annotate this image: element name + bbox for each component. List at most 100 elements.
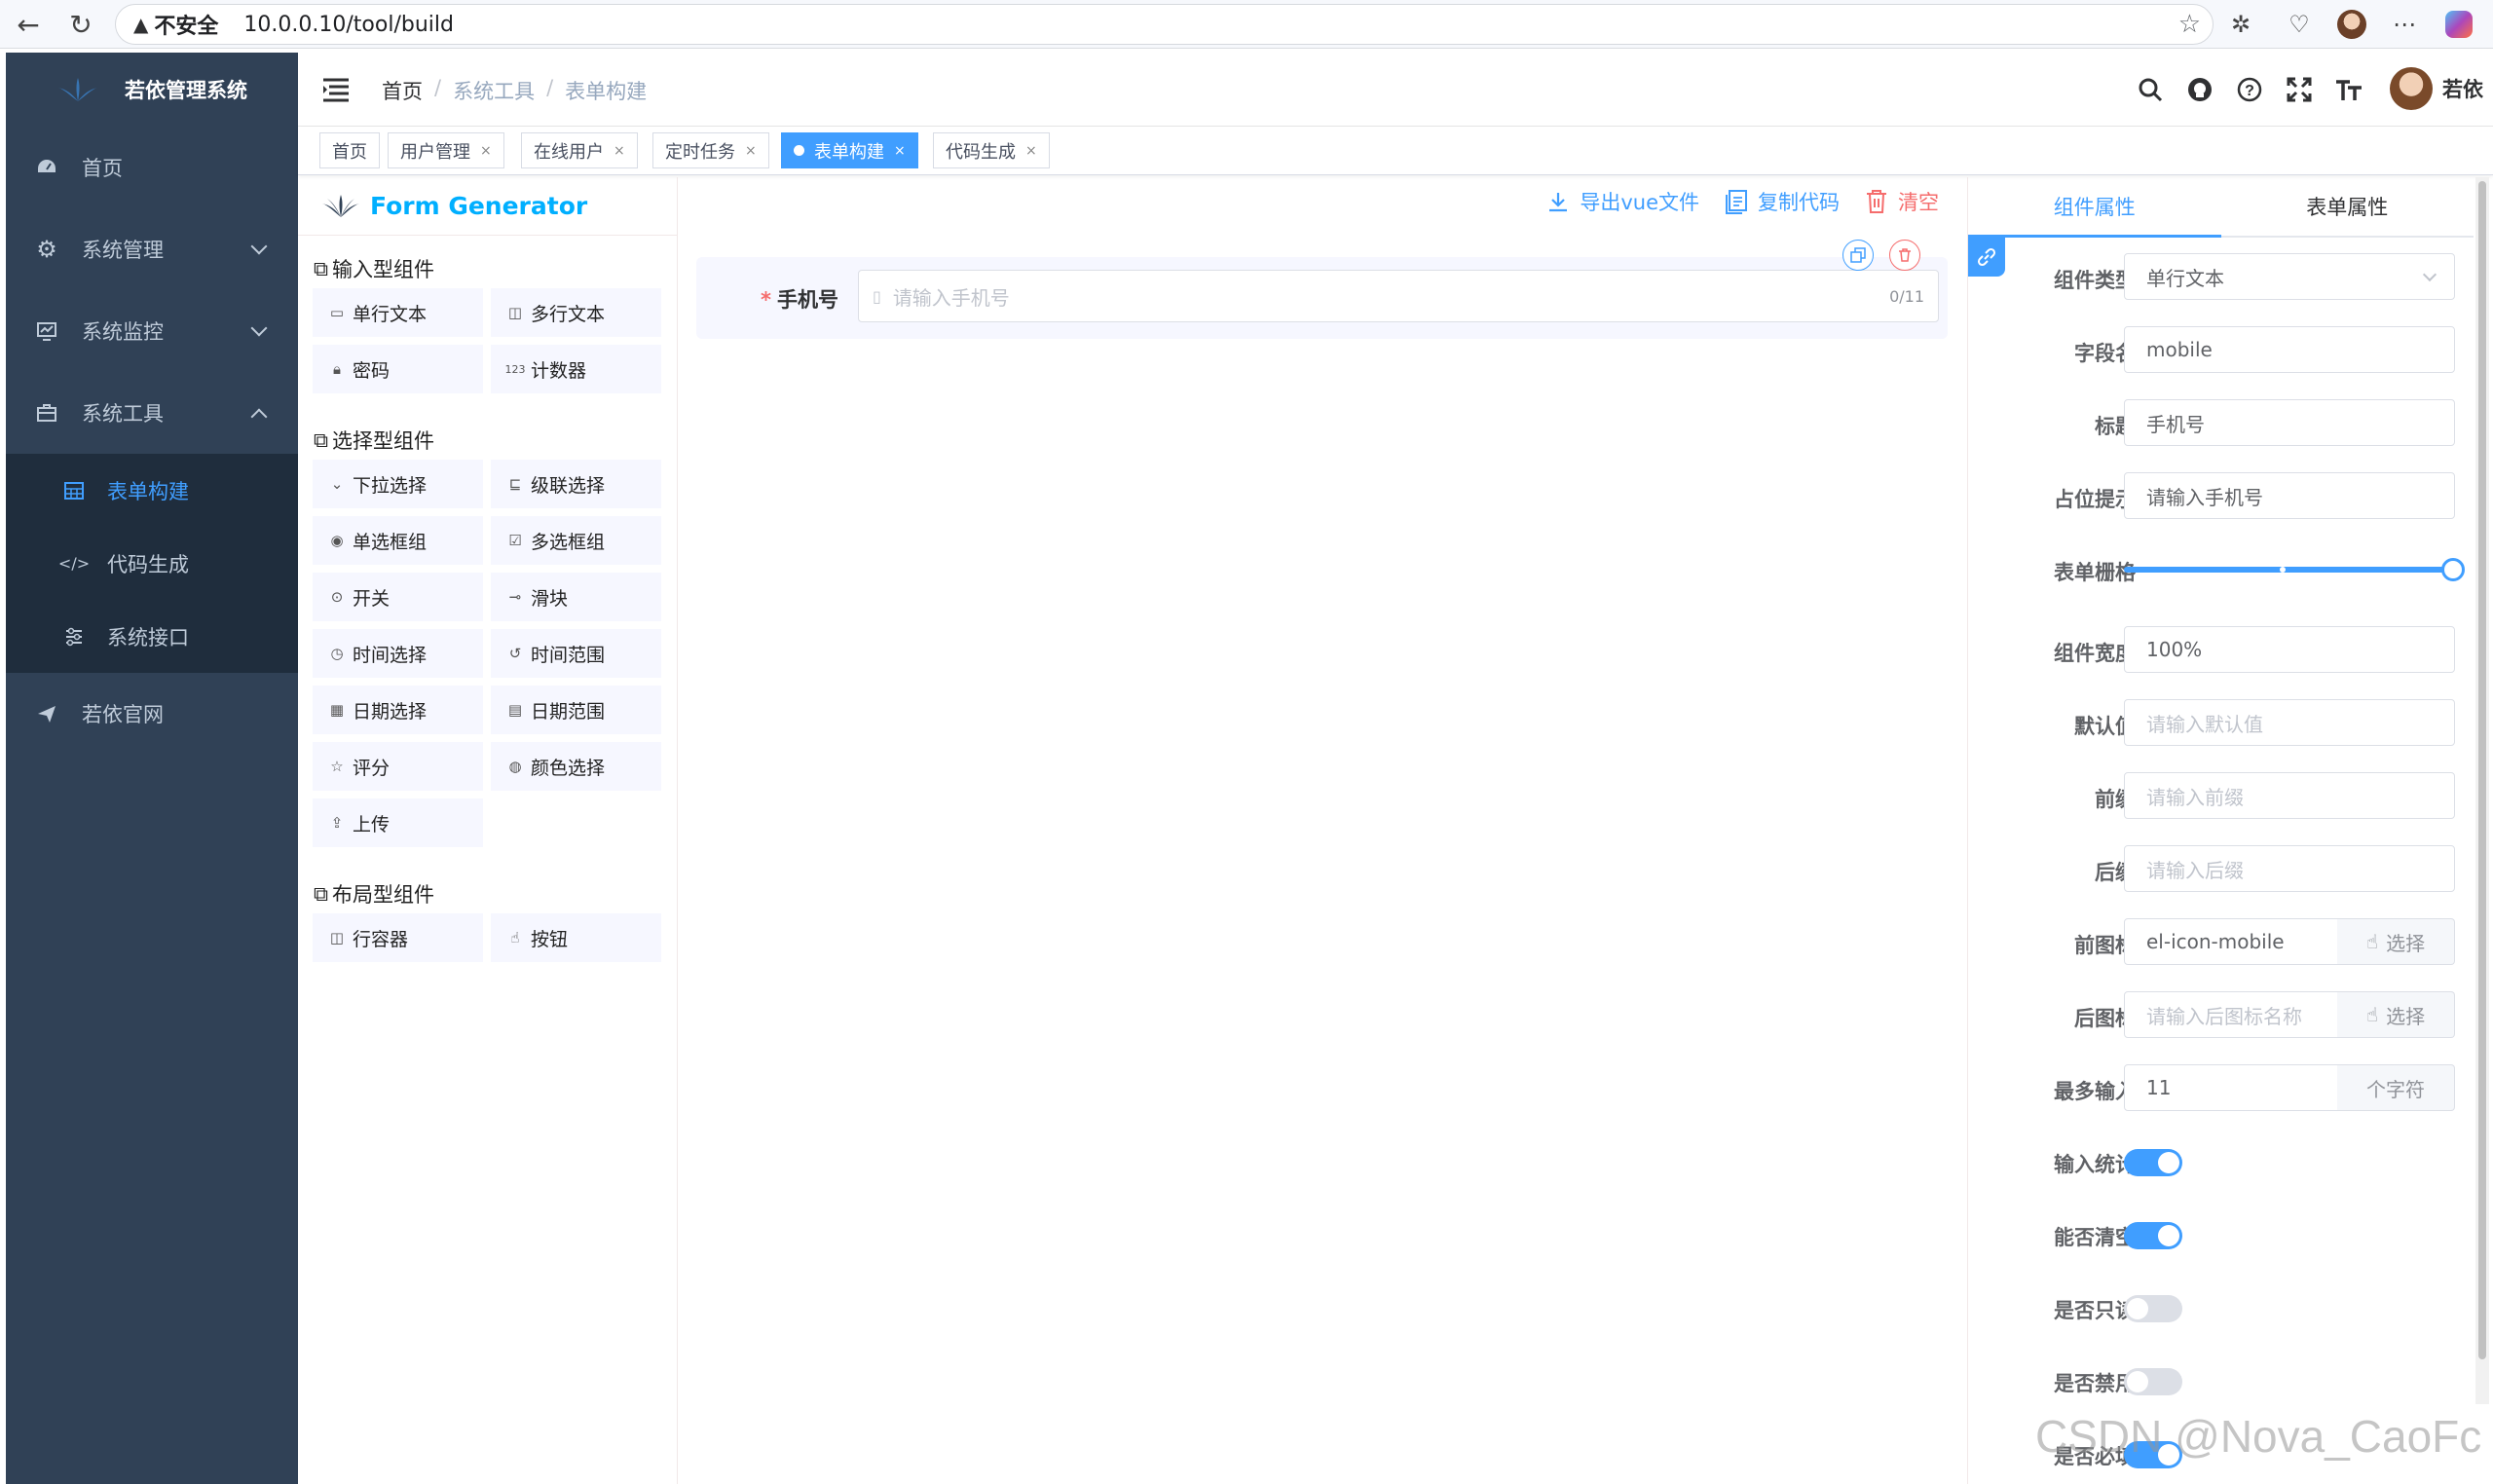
url-text: 10.0.0.10/tool/build	[243, 12, 454, 37]
title-input[interactable]: 手机号	[2124, 399, 2455, 446]
component-number[interactable]: 123 计数器	[491, 345, 661, 393]
component-switch[interactable]: ⊙ 开关	[313, 573, 483, 621]
more-icon[interactable]: ⋯	[2388, 8, 2421, 41]
choose-prefix-icon-button[interactable]: ☝ 选择	[2337, 918, 2455, 965]
textarea-icon: ◫	[507, 304, 523, 321]
user-dropdown[interactable]: 若依	[2390, 67, 2483, 110]
export-vue-button[interactable]: 导出vue文件	[1546, 187, 1699, 216]
reload-icon[interactable]: ↻	[62, 6, 99, 43]
component-radio[interactable]: ◉ 单选框组	[313, 516, 483, 565]
slider-handle[interactable]	[2441, 558, 2465, 581]
component-upload[interactable]: ⇪ 上传	[313, 798, 483, 847]
component-date-range[interactable]: ▤ 日期范围	[491, 686, 661, 734]
breadcrumb-item[interactable]: 首页	[382, 76, 423, 105]
sidebar-item-swagger[interactable]: 系统接口	[6, 600, 298, 673]
sidebar-item-official-site[interactable]: 若依官网	[6, 673, 298, 755]
component-password[interactable]: 🔒︎ 密码	[313, 345, 483, 393]
navbar: 首页 / 系统工具 / 表单构建 ? 若依	[298, 53, 2493, 127]
tab-form-props[interactable]: 表单属性	[2221, 177, 2474, 236]
close-icon[interactable]: ×	[480, 143, 492, 159]
scrollbar-thumb[interactable]	[2478, 181, 2486, 1359]
component-input[interactable]: ▭ 单行文本	[313, 288, 483, 337]
disabled-switch[interactable]	[2124, 1368, 2182, 1395]
component-select[interactable]: ⌄ 下拉选择	[313, 460, 483, 508]
sidebar-item-monitor[interactable]: 系统监控	[6, 290, 298, 372]
choose-suffix-icon-button[interactable]: ☝ 选择	[2337, 991, 2455, 1038]
readonly-switch[interactable]	[2124, 1295, 2182, 1322]
heart-icon[interactable]: ♡	[2283, 8, 2316, 41]
component-checkbox[interactable]: ☑ 多选框组	[491, 516, 661, 565]
component-slider[interactable]: ⊸ 滑块	[491, 573, 661, 621]
tag-scheduled-jobs[interactable]: 定时任务 ×	[652, 132, 769, 168]
component-row[interactable]: ◫ 行容器	[313, 913, 483, 962]
sidebar-item-tools[interactable]: 系统工具	[6, 372, 298, 454]
tag-home[interactable]: 首页	[319, 132, 380, 168]
component-textarea[interactable]: ◫ 多行文本	[491, 288, 661, 337]
logo[interactable]: 若依管理系统	[6, 53, 298, 127]
close-icon[interactable]: ×	[614, 143, 625, 159]
prop-clearable: 能否清空	[1968, 1210, 2474, 1259]
sidebar-item-code-gen[interactable]: </> 代码生成	[6, 527, 298, 600]
suffix-input[interactable]: 请输入后缀	[2124, 845, 2455, 892]
star-icon[interactable]: ☆	[2178, 10, 2201, 39]
component-time[interactable]: ◷ 时间选择	[313, 629, 483, 678]
profile-avatar[interactable]	[2335, 8, 2368, 41]
search-icon[interactable]	[2133, 72, 2168, 107]
svg-text:?: ?	[2245, 83, 2254, 99]
delete-item-button[interactable]	[1889, 240, 1920, 271]
width-input[interactable]: 100%	[2124, 626, 2455, 673]
address-bar[interactable]: ▲ 不安全 10.0.0.10/tool/build ☆	[115, 4, 2214, 45]
field-name-input[interactable]: mobile	[2124, 326, 2455, 373]
tag-code-gen[interactable]: 代码生成 ×	[933, 132, 1050, 168]
mobile-input[interactable]: ▯ 请输入手机号 0/11	[858, 270, 1939, 322]
tag-user-manage[interactable]: 用户管理 ×	[388, 132, 504, 168]
form-item-mobile[interactable]: * 手机号 ▯ 请输入手机号 0/11	[696, 257, 1948, 339]
close-icon[interactable]: ×	[1025, 143, 1037, 159]
component-button[interactable]: ☝ 按钮	[491, 913, 661, 962]
breadcrumb-item: 表单构建	[565, 80, 648, 103]
github-icon[interactable]	[2182, 72, 2217, 107]
extensions-icon[interactable]: ✲	[2224, 8, 2257, 41]
placeholder-input[interactable]: 请输入手机号	[2124, 472, 2455, 519]
sidebar-item-form-build[interactable]: 表单构建	[6, 454, 298, 527]
default-value-input[interactable]: 请输入默认值	[2124, 699, 2455, 746]
prefix-icon-input[interactable]: el-icon-mobile	[2124, 918, 2338, 965]
form-generator-title: Form Generator	[298, 177, 677, 236]
font-size-icon[interactable]	[2331, 72, 2366, 107]
logo-icon	[58, 78, 97, 101]
copy-code-button[interactable]: 复制代码	[1725, 187, 1840, 216]
component-cascader[interactable]: ⊑ 级联选择	[491, 460, 661, 508]
span-slider[interactable]	[2124, 558, 2465, 581]
component-color[interactable]: ◍ 颜色选择	[491, 742, 661, 791]
tab-component-props[interactable]: 组件属性	[1968, 177, 2221, 238]
component-date[interactable]: ▦ 日期选择	[313, 686, 483, 734]
group-title: ⧉ 输入型组件	[314, 256, 434, 282]
tag-form-build[interactable]: 表单构建 ×	[781, 132, 918, 168]
copy-item-button[interactable]	[1842, 240, 1874, 271]
scrollbar[interactable]	[2475, 177, 2489, 1404]
component-rate[interactable]: ☆ 评分	[313, 742, 483, 791]
sidebar-item-home[interactable]: 首页	[6, 127, 298, 208]
component-time-range[interactable]: ↺ 时间范围	[491, 629, 661, 678]
close-icon[interactable]: ×	[894, 143, 906, 159]
submenu-tools: 表单构建 </> 代码生成 系统接口	[6, 454, 298, 673]
tag-online-users[interactable]: 在线用户 ×	[521, 132, 638, 168]
switch-icon: ⊙	[330, 588, 344, 606]
components-panel: Form Generator ⧉ 输入型组件 ▭ 单行文本 ◫ 多行文本 🔒︎ 密码 1…	[298, 177, 678, 1484]
clear-button[interactable]: 清空	[1865, 187, 1939, 216]
question-icon[interactable]: ?	[2232, 72, 2267, 107]
sidebar-item-system[interactable]: ⚙ 系统管理	[6, 208, 298, 290]
hamburger-icon[interactable]	[321, 76, 351, 103]
prefix-input[interactable]: 请输入前缀	[2124, 772, 2455, 819]
component-type-select[interactable]: 单行文本	[2124, 253, 2455, 300]
suffix-icon-input[interactable]: 请输入后图标名称	[2124, 991, 2338, 1038]
close-icon[interactable]: ×	[745, 143, 757, 159]
sidebar-item-label: 系统接口	[107, 625, 189, 649]
show-word-limit-switch[interactable]	[2124, 1149, 2182, 1176]
back-icon[interactable]: ←	[10, 6, 47, 43]
clearable-switch[interactable]	[2124, 1222, 2182, 1249]
copilot-icon[interactable]	[2442, 8, 2475, 41]
maxlength-input[interactable]: 11	[2124, 1064, 2338, 1111]
component-list: ⌄ 下拉选择 ⊑ 级联选择 ◉ 单选框组 ☑ 多选框组 ⊙ 开关 ⊸ 滑块 ◷ 时间选择 ↺ 时…	[298, 460, 677, 847]
fullscreen-icon[interactable]	[2282, 72, 2317, 107]
